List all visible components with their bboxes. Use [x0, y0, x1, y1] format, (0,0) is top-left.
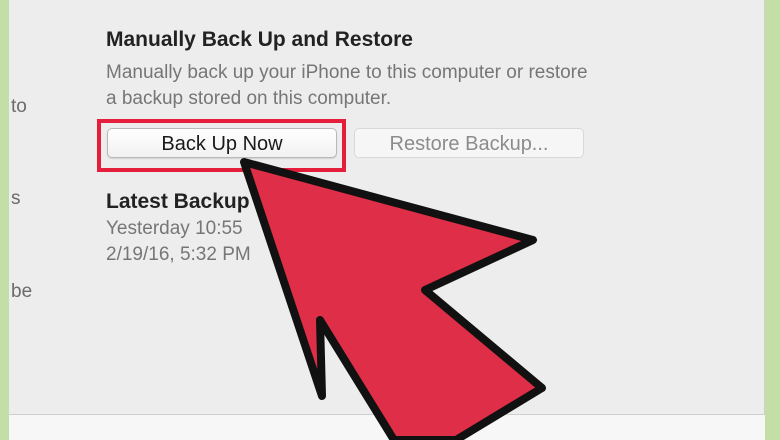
arrow-pointer-icon	[240, 158, 546, 440]
